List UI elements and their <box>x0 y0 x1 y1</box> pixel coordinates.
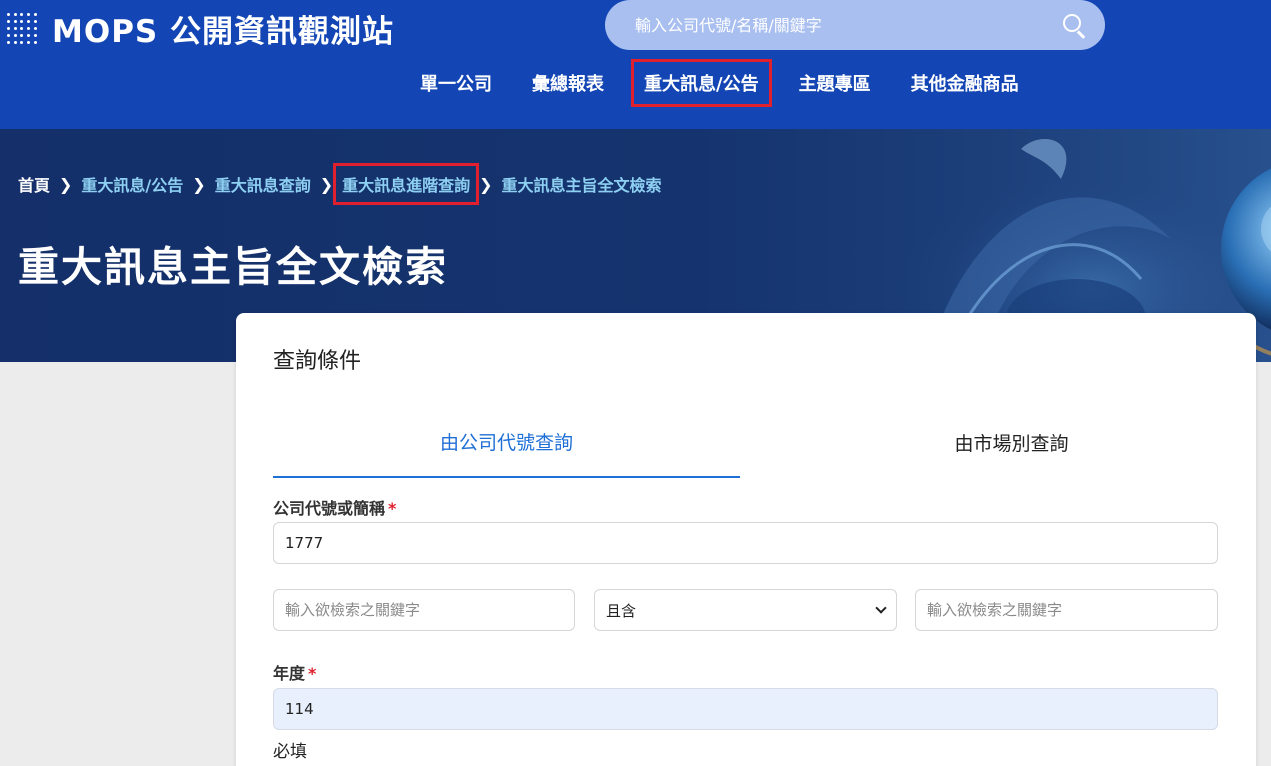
breadcrumb-current[interactable]: 重大訊息主旨全文檢索 <box>502 172 662 196</box>
year-required-hint: 必填 <box>273 742 307 762</box>
nav-summary-reports[interactable]: 彙總報表 <box>522 62 614 104</box>
breadcrumb-material-info[interactable]: 重大訊息/公告 <box>81 172 183 196</box>
search-input[interactable] <box>635 15 1061 35</box>
nav-topics[interactable]: 主題專區 <box>789 62 881 104</box>
chevron-down-icon <box>875 602 887 614</box>
card-title: 查詢條件 <box>273 349 362 374</box>
breadcrumb-home[interactable]: 首頁 <box>18 172 50 196</box>
keyword-input-2[interactable] <box>915 589 1218 631</box>
keyword-input-1[interactable] <box>273 589 575 631</box>
company-code-label-text: 公司代號或簡稱 <box>273 499 386 518</box>
query-form-card: 查詢條件 由公司代號查詢 由市場別查詢 公司代號或簡稱* 1777 且含 年度*… <box>236 313 1256 766</box>
breadcrumb-material-info-query[interactable]: 重大訊息查詢 <box>215 172 311 196</box>
logo-text: MOPS 公開資訊觀測站 <box>52 14 395 50</box>
chevron-right-icon: ❯ <box>479 174 493 194</box>
query-tabs: 由公司代號查詢 由市場別查詢 <box>273 406 1218 478</box>
company-code-field[interactable]: 1777 <box>273 522 1218 564</box>
search-icon[interactable] <box>1061 12 1087 39</box>
site-logo[interactable]: MOPS 公開資訊觀測站 <box>6 6 394 51</box>
top-header: MOPS 公開資訊觀測站 單一公司 彙總報表 重大訊息/公告 主題專區 其他金融… <box>0 0 1271 129</box>
year-label-text: 年度 <box>273 664 306 683</box>
required-mark: * <box>388 499 397 518</box>
company-code-label: 公司代號或簡稱 * <box>273 495 396 519</box>
chevron-right-icon: ❯ <box>319 174 334 194</box>
site-search <box>605 0 1105 50</box>
chevron-right-icon: ❯ <box>192 174 206 194</box>
tab-by-company-code[interactable]: 由公司代號查詢 <box>273 406 740 478</box>
operator-select[interactable]: 且含 <box>594 589 897 631</box>
breadcrumb-advanced-query[interactable]: 重大訊息進階查詢 <box>333 163 480 205</box>
nav-material-info[interactable]: 重大訊息/公告 <box>631 59 772 107</box>
logo-dots-icon <box>6 13 38 45</box>
nav-other-financial[interactable]: 其他金融商品 <box>901 62 1029 104</box>
breadcrumb: 首頁 ❯ 重大訊息/公告 ❯ 重大訊息查詢 ❯ 重大訊息進階查詢 ❯ 重大訊息主… <box>18 163 662 205</box>
year-label: 年度 * <box>273 660 316 684</box>
main-nav: 單一公司 彙總報表 重大訊息/公告 主題專區 其他金融商品 <box>400 59 1039 107</box>
operator-select-value: 且含 <box>606 601 637 620</box>
year-field[interactable]: 114 <box>273 688 1218 730</box>
page-title: 重大訊息主旨全文檢索 <box>18 243 448 291</box>
required-mark: * <box>308 664 317 683</box>
chevron-right-icon: ❯ <box>59 174 73 194</box>
nav-single-company[interactable]: 單一公司 <box>410 62 502 104</box>
tab-by-market[interactable]: 由市場別查詢 <box>778 406 1245 478</box>
